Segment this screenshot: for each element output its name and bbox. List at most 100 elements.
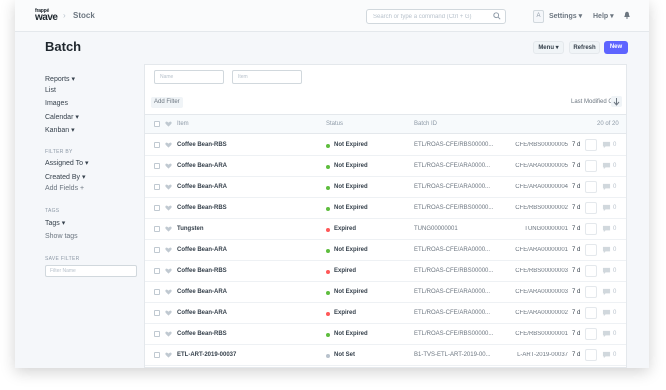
row-status[interactable]: Expired <box>334 310 356 316</box>
comment-icon <box>602 183 611 191</box>
sort-selector[interactable]: Last Modified On <box>571 99 616 105</box>
list-row[interactable]: Coffee Bean-ARA Not Expired ETL/ROAS-CFE… <box>145 240 626 261</box>
filter-name-field[interactable] <box>45 265 137 277</box>
heart-icon[interactable] <box>165 226 172 232</box>
row-item[interactable]: Coffee Bean-RBS <box>177 205 227 211</box>
brand-line2: wave <box>35 12 58 23</box>
sidebar-kanban[interactable]: Kanban ▾ <box>45 126 75 134</box>
heart-icon[interactable] <box>165 247 172 253</box>
show-tags-link[interactable]: Show tags <box>45 233 78 240</box>
heart-icon[interactable] <box>165 163 172 169</box>
breadcrumb-stock[interactable]: Stock <box>73 11 95 20</box>
settings-menu[interactable]: Settings ▾ <box>549 12 582 20</box>
heart-icon[interactable] <box>165 205 172 211</box>
heart-icon[interactable] <box>165 352 172 358</box>
select-all-checkbox[interactable] <box>154 121 160 127</box>
heart-icon[interactable] <box>165 184 172 190</box>
list-row[interactable]: Coffee Bean-ARA Expired ETL/ROAS-CFE/ARA… <box>145 303 626 324</box>
row-checkbox[interactable] <box>154 268 160 274</box>
row-status[interactable]: Not Expired <box>334 331 368 337</box>
list-row[interactable]: Coffee Bean-RBS Expired ETL/ROAS-CFE/RBS… <box>145 261 626 282</box>
heart-icon[interactable] <box>165 331 172 337</box>
row-status[interactable]: Not Expired <box>334 163 368 169</box>
list-row[interactable]: Tungsten Expired TUNG00000001 TUNG000000… <box>145 219 626 240</box>
row-checkbox[interactable] <box>154 226 160 232</box>
sidebar-list[interactable]: List <box>45 87 56 94</box>
row-comment-count: 0 <box>613 331 617 337</box>
list-row[interactable]: Coffee Bean-RBS Not Expired ETL/ROAS-CFE… <box>145 198 626 219</box>
status-indicator-dot <box>326 311 330 316</box>
name-filter-input[interactable] <box>155 71 221 83</box>
search-input[interactable] <box>367 10 485 23</box>
row-item[interactable]: Tungsten <box>177 226 204 232</box>
menu-button-label: Menu <box>538 45 554 51</box>
row-checkbox[interactable] <box>154 205 160 211</box>
help-label: Help <box>593 13 609 20</box>
help-menu[interactable]: Help ▾ <box>593 12 614 20</box>
row-status[interactable]: Not Expired <box>334 142 368 148</box>
row-checkbox[interactable] <box>154 142 160 148</box>
row-checkbox[interactable] <box>154 331 160 337</box>
row-comment-count: 0 <box>613 226 617 232</box>
add-fields-link[interactable]: Add Fields + <box>45 185 84 192</box>
column-header-status: Status <box>326 121 344 127</box>
list-row[interactable]: Coffee Bean-ARA Not Expired ETL/ROAS-CFE… <box>145 177 626 198</box>
row-checkbox[interactable] <box>154 289 160 295</box>
list-row[interactable]: ETL-ART-2019-00037 Not Set B1-TVS-ETL-AR… <box>145 345 626 366</box>
item-filter-input[interactable] <box>233 71 299 83</box>
menu-button[interactable]: Menu ▾ <box>533 41 564 54</box>
row-item[interactable]: Coffee Bean-ARA <box>177 163 227 169</box>
chevron-down-icon: ▾ <box>71 127 75 134</box>
row-item[interactable]: Coffee Bean-RBS <box>177 142 227 148</box>
filter-name-input[interactable] <box>46 266 134 276</box>
row-status[interactable]: Not Expired <box>334 247 368 253</box>
heart-icon[interactable] <box>165 121 172 127</box>
row-checkbox[interactable] <box>154 310 160 316</box>
comment-icon <box>602 309 611 317</box>
heart-icon[interactable] <box>165 142 172 148</box>
list-row[interactable]: Coffee Bean-ARA Not Expired ETL/ROAS-CFE… <box>145 156 626 177</box>
row-item[interactable]: Coffee Bean-ARA <box>177 310 227 316</box>
user-avatar[interactable]: A <box>533 10 544 23</box>
notification-bell-icon[interactable] <box>623 11 631 19</box>
heart-icon[interactable] <box>165 289 172 295</box>
heart-icon[interactable] <box>165 268 172 274</box>
name-filter[interactable] <box>154 70 224 84</box>
item-filter[interactable] <box>232 70 302 84</box>
list-row[interactable]: Coffee Bean-RBS Not Expired ETL/ROAS-CFE… <box>145 135 626 156</box>
row-item[interactable]: Coffee Bean-RBS <box>177 268 227 274</box>
row-status[interactable]: Expired <box>334 268 356 274</box>
row-item[interactable]: Coffee Bean-RBS <box>177 331 227 337</box>
row-item[interactable]: Coffee Bean-ARA <box>177 184 227 190</box>
row-checkbox[interactable] <box>154 247 160 253</box>
list-row[interactable]: Coffee Bean-ARA Not Expired ETL/ROAS-CFE… <box>145 282 626 303</box>
tags-dropdown[interactable]: Tags ▾ <box>45 219 65 227</box>
awesome-bar[interactable] <box>366 9 506 24</box>
filter-created-by[interactable]: Created By ▾ <box>45 173 86 181</box>
row-status[interactable]: Not Expired <box>334 205 368 211</box>
row-status[interactable]: Not Expired <box>334 184 368 190</box>
list-row[interactable]: Coffee Bean-RBS Not Expired ETL/ROAS-CFE… <box>145 324 626 345</box>
row-checkbox[interactable] <box>154 184 160 190</box>
row-avatar <box>585 160 597 172</box>
row-status[interactable]: Not Expired <box>334 289 368 295</box>
row-checkbox[interactable] <box>154 352 160 358</box>
sidebar-calendar[interactable]: Calendar ▾ <box>45 113 79 121</box>
row-status[interactable]: Expired <box>334 226 356 232</box>
row-checkbox[interactable] <box>154 163 160 169</box>
row-item[interactable]: Coffee Bean-ARA <box>177 247 227 253</box>
row-modified: 7 d <box>572 310 581 316</box>
new-button[interactable]: New <box>604 41 628 54</box>
row-status[interactable]: Not Set <box>334 352 355 358</box>
sidebar-reports[interactable]: Reports ▾ <box>45 75 75 83</box>
sort-order-button[interactable] <box>611 96 622 107</box>
sidebar-images[interactable]: Images <box>45 100 68 107</box>
heart-icon[interactable] <box>165 310 172 316</box>
add-filter-button[interactable]: Add Filter <box>151 97 183 108</box>
row-item[interactable]: Coffee Bean-ARA <box>177 289 227 295</box>
brand-logo[interactable]: frappé wave <box>35 9 61 23</box>
sort-descending-icon <box>613 98 620 106</box>
refresh-button[interactable]: Refresh <box>569 41 600 54</box>
filter-assigned-to[interactable]: Assigned To ▾ <box>45 159 88 167</box>
row-item[interactable]: ETL-ART-2019-00037 <box>177 352 236 358</box>
